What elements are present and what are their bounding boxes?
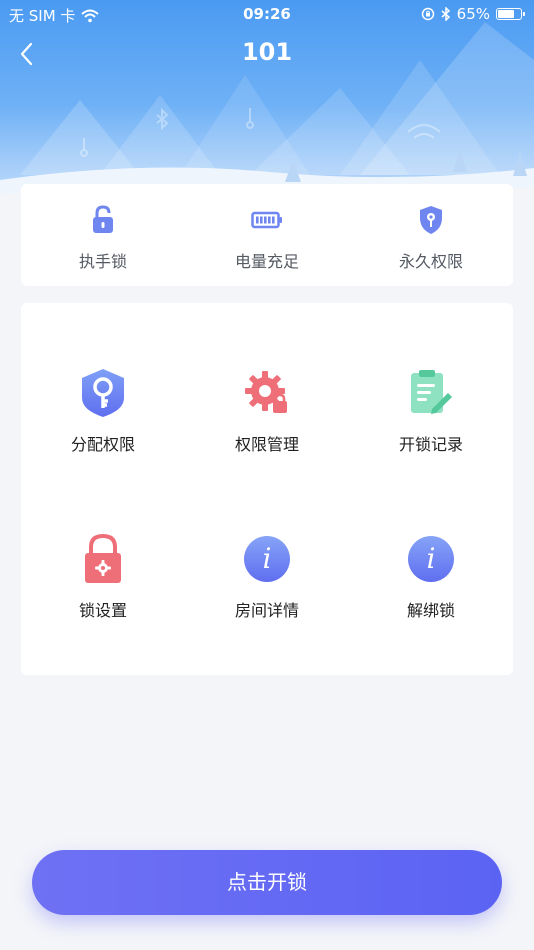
menu-label-permission-management: 权限管理 xyxy=(234,435,299,454)
info-icon: i xyxy=(244,536,290,582)
info-item-permission: 永久权限 xyxy=(349,184,513,286)
status-bar: 无 SIM 卡 09:26 65% xyxy=(0,0,534,28)
info-label-battery: 电量充足 xyxy=(234,252,299,271)
menu-label-unbind-lock: 解绑锁 xyxy=(406,601,455,620)
battery-full-icon xyxy=(251,211,282,229)
shield-key-icon xyxy=(420,206,442,234)
info-icon: i xyxy=(408,536,454,582)
info-label-lock-type: 执手锁 xyxy=(78,252,127,271)
page-title: 101 xyxy=(241,38,293,66)
menu-item-unbind-lock[interactable]: i 解绑锁 xyxy=(349,531,513,681)
gear-lock-icon xyxy=(245,371,287,413)
info-label-permission: 永久权限 xyxy=(398,252,463,271)
lock-info-card: 执手锁 电量充足 永久权限 xyxy=(21,184,513,286)
battery-percent: 65% xyxy=(456,5,490,23)
padlock-icon xyxy=(93,205,113,233)
svg-text:i: i xyxy=(263,542,272,575)
menu-item-unlock-records[interactable]: 开锁记录 xyxy=(349,365,513,515)
menu-item-assign-permission[interactable]: 分配权限 xyxy=(21,365,185,515)
rotation-lock-icon xyxy=(421,7,434,21)
info-item-battery: 电量充足 xyxy=(185,184,349,286)
clipboard-edit-icon xyxy=(411,370,452,414)
menu-label-room-details: 房间详情 xyxy=(234,601,299,620)
menu-item-permission-management[interactable]: 权限管理 xyxy=(185,365,349,515)
svg-text:i: i xyxy=(427,542,436,575)
menu-label-lock-settings: 锁设置 xyxy=(78,601,127,620)
menu-label-unlock-records: 开锁记录 xyxy=(398,435,463,454)
key-shield-icon xyxy=(82,369,124,417)
bluetooth-icon xyxy=(441,7,450,21)
menu-label-assign-permission: 分配权限 xyxy=(70,435,135,454)
menu-item-lock-settings[interactable]: 锁设置 xyxy=(21,531,185,681)
lock-settings-icon xyxy=(85,533,121,583)
menu-item-room-details[interactable]: i 房间详情 xyxy=(185,531,349,681)
lock-menu-card: 分配权限 权限管理 开锁记录 锁设置 i 房间详情 i 解绑锁 xyxy=(21,303,513,675)
battery-icon xyxy=(496,8,525,20)
unlock-button[interactable]: 点击开锁 xyxy=(32,850,502,915)
info-item-lock-type: 执手锁 xyxy=(21,184,185,286)
